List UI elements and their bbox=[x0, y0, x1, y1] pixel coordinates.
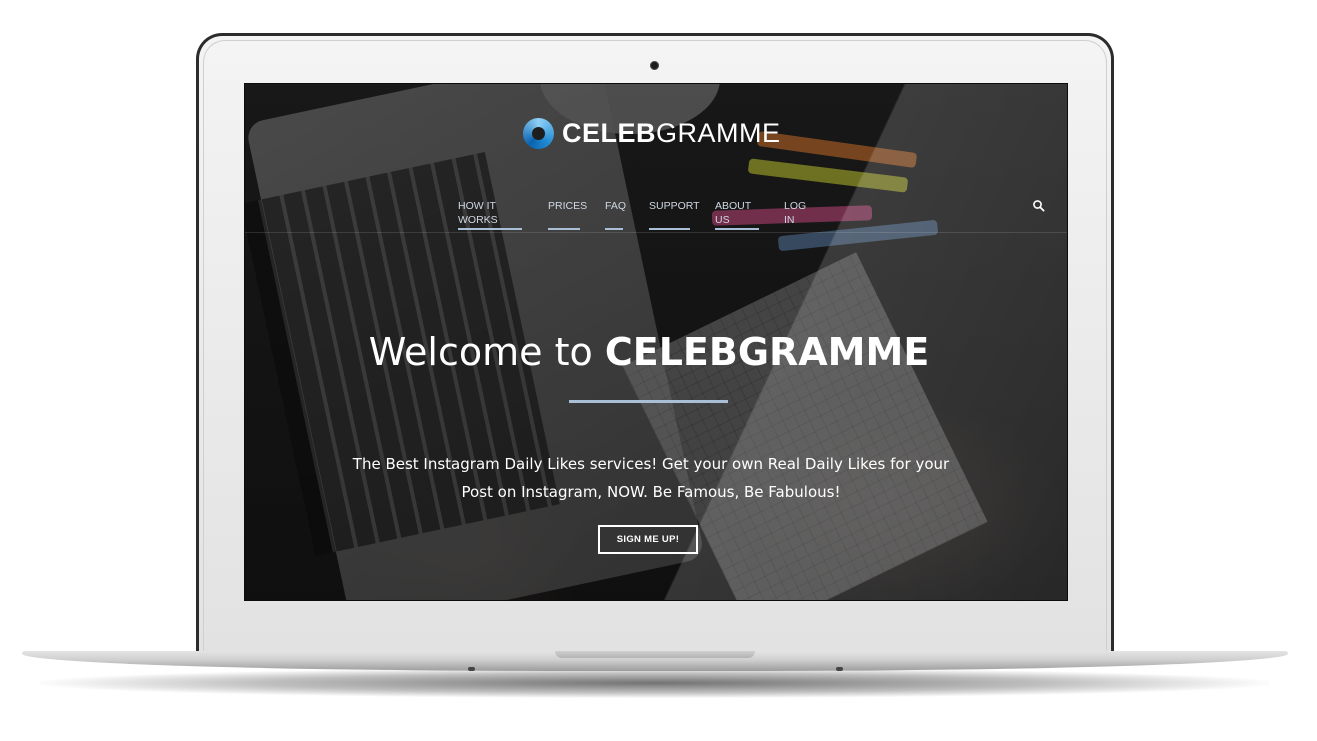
nav-underline bbox=[458, 228, 522, 230]
nav-item-label: HOW IT WORKS bbox=[458, 200, 498, 226]
hero-title: Welcome to CELEBGRAMME bbox=[245, 330, 1053, 374]
nav-underline bbox=[605, 228, 623, 230]
nav-underline bbox=[548, 228, 580, 230]
hero-divider bbox=[569, 400, 728, 403]
nav-item-label: SUPPORT bbox=[649, 200, 700, 212]
laptop-notch bbox=[555, 651, 755, 658]
website-screen: CELEBGRAMME HOW IT WORKS PRICES FAQ SUPP… bbox=[244, 83, 1068, 601]
nav-item-log-in[interactable]: LOG IN bbox=[784, 199, 814, 230]
nav-item-faq[interactable]: FAQ bbox=[605, 199, 627, 230]
search-icon[interactable] bbox=[1032, 199, 1046, 213]
webcam-icon bbox=[650, 61, 659, 70]
logo-light-text: GRAMME bbox=[656, 118, 781, 148]
nav-underline bbox=[715, 228, 759, 230]
nav-underline bbox=[649, 228, 690, 230]
laptop-foot bbox=[836, 667, 843, 671]
sign-up-button[interactable]: SIGN ME UP! bbox=[598, 525, 698, 554]
main-nav: HOW IT WORKS PRICES FAQ SUPPORT ABOUT US… bbox=[245, 199, 1067, 233]
swirl-logo-icon bbox=[523, 118, 554, 149]
logo-wordmark: CELEBGRAMME bbox=[562, 118, 781, 149]
nav-item-how-it-works[interactable]: HOW IT WORKS bbox=[458, 199, 522, 230]
laptop-mockup: CELEBGRAMME HOW IT WORKS PRICES FAQ SUPP… bbox=[0, 0, 1317, 741]
site-logo[interactable]: CELEBGRAMME bbox=[523, 118, 781, 149]
hero-title-brand: CELEBGRAMME bbox=[604, 330, 930, 374]
laptop-foot bbox=[468, 667, 475, 671]
laptop-shadow bbox=[40, 668, 1270, 698]
nav-item-about-us[interactable]: ABOUT US bbox=[715, 199, 759, 230]
nav-item-label: ABOUT US bbox=[715, 200, 751, 226]
nav-item-support[interactable]: SUPPORT bbox=[649, 199, 700, 230]
nav-item-prices[interactable]: PRICES bbox=[548, 199, 587, 230]
nav-item-label: PRICES bbox=[548, 200, 588, 212]
nav-item-label: FAQ bbox=[605, 200, 627, 212]
nav-item-label: LOG IN bbox=[784, 200, 807, 226]
hero-subtitle: The Best Instagram Daily Likes services!… bbox=[352, 455, 950, 501]
hero-title-prefix: Welcome to bbox=[368, 330, 605, 374]
logo-bold-text: CELEB bbox=[562, 118, 657, 148]
